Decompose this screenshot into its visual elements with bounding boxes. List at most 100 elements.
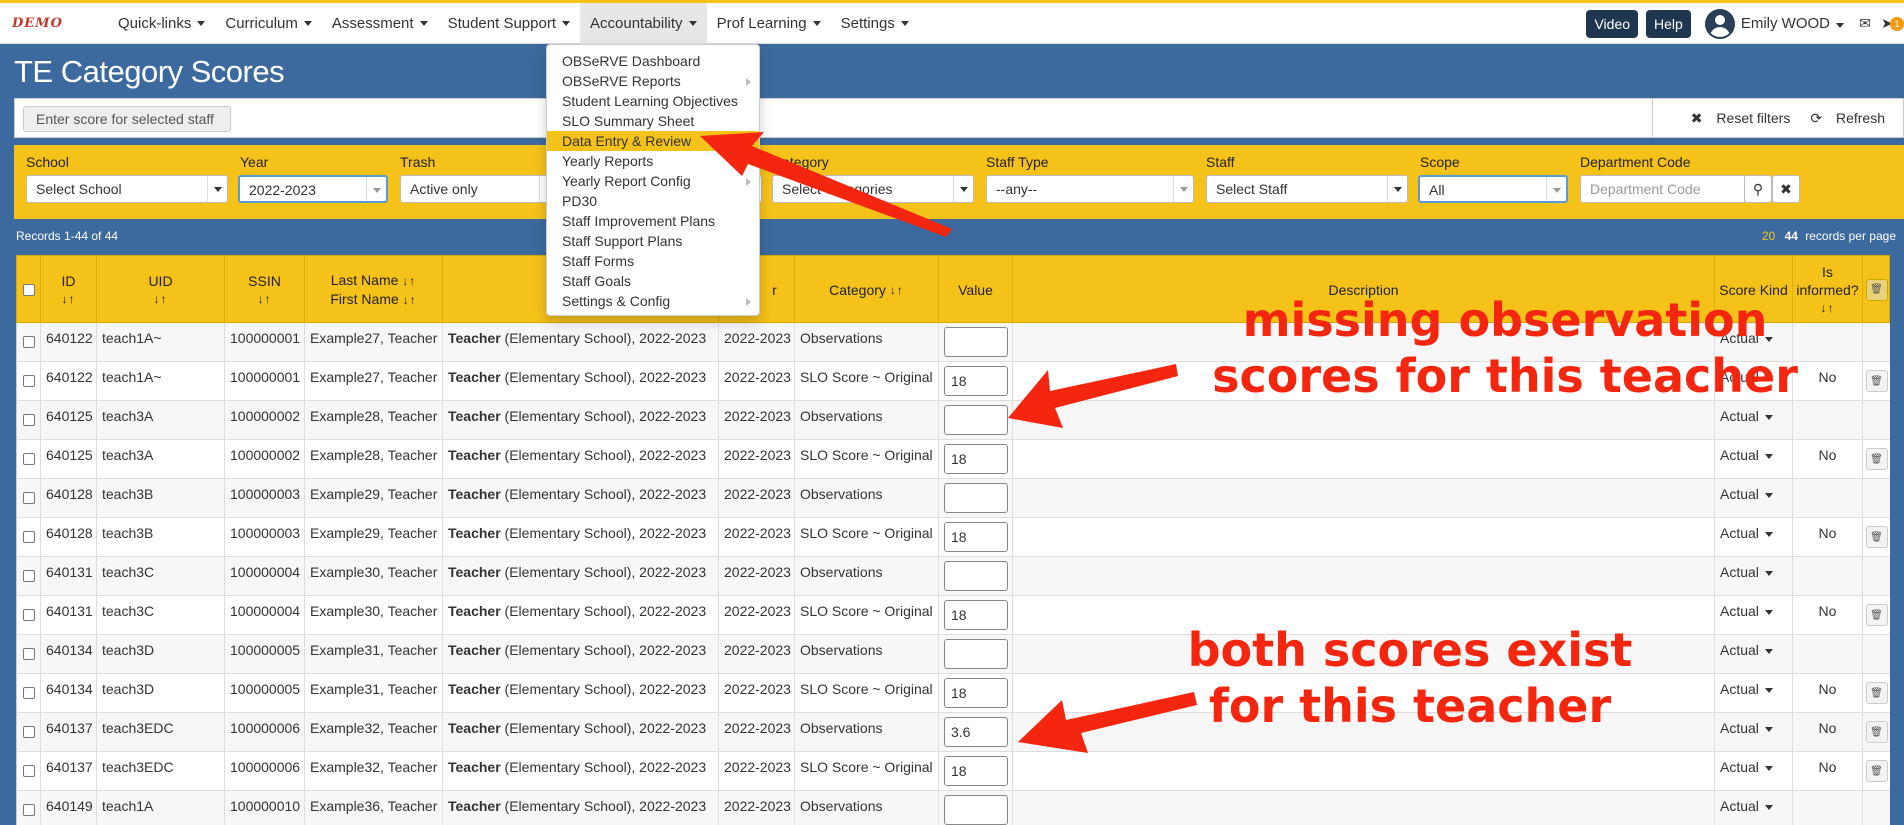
cell-score-kind[interactable]: Actual [1715, 635, 1793, 674]
reset-filters-button[interactable]: ✖ Reset filters [1681, 110, 1791, 127]
trash-icon[interactable]: 🗑 [1865, 526, 1888, 548]
staff-type-select[interactable]: --any-- [986, 175, 1194, 203]
menu-item[interactable]: Yearly Reports [547, 151, 759, 171]
header-category[interactable]: Category ↓↑ [795, 256, 939, 324]
menu-item[interactable]: OBSeRVE Dashboard [547, 51, 759, 71]
trash-icon[interactable]: 🗑 [1865, 721, 1888, 743]
row-checkbox[interactable] [22, 492, 35, 504]
nav-curriculum[interactable]: Curriculum [215, 3, 322, 44]
cell-score-kind[interactable]: Actual [1715, 479, 1793, 518]
demo-logo[interactable]: DEMO [12, 13, 62, 33]
trash-select[interactable]: Active only [400, 175, 560, 203]
nav-accountability[interactable]: Accountability [580, 2, 707, 44]
nav-prof-learning[interactable]: Prof Learning [707, 3, 831, 44]
menu-item[interactable]: OBSeRVE Reports [547, 71, 759, 91]
cell-staff-assignment: Teacher (Elementary School), 2022-2023 [443, 362, 719, 401]
video-button[interactable]: Video [1586, 9, 1639, 38]
menu-item[interactable]: Staff Improvement Plans [547, 211, 759, 231]
row-checkbox[interactable] [22, 336, 35, 348]
school-select[interactable]: Select School [26, 175, 228, 203]
envelope-icon[interactable]: ✉ [1854, 15, 1876, 32]
header-name[interactable]: Last Name ↓↑ First Name ↓↑ [305, 256, 443, 324]
score-entry-input[interactable]: Enter score for selected staff [23, 106, 231, 132]
menu-item[interactable]: Student Learning Objectives [547, 91, 759, 111]
sort-icon[interactable]: ↓↑ [154, 290, 168, 308]
row-checkbox[interactable] [22, 765, 35, 777]
menu-item[interactable]: Yearly Report Config [547, 171, 759, 191]
row-checkbox[interactable] [22, 804, 35, 816]
department-code-input[interactable]: Department Code [1580, 175, 1746, 203]
menu-item[interactable]: Staff Forms [547, 251, 759, 271]
trash-icon[interactable]: 🗑 [1865, 448, 1888, 470]
value-input[interactable] [944, 795, 1008, 825]
select-all-checkbox[interactable] [22, 284, 35, 296]
row-checkbox[interactable] [22, 375, 35, 387]
value-input[interactable]: 18 [944, 600, 1008, 630]
value-input[interactable]: 18 [944, 366, 1008, 396]
staff-select[interactable]: Select Staff [1206, 175, 1408, 203]
nav-settings[interactable]: Settings [831, 3, 919, 44]
nav-quick-links[interactable]: Quick-links [108, 3, 215, 44]
year-select[interactable]: 2022-2023 [238, 175, 388, 203]
menu-item[interactable]: Staff Goals [547, 271, 759, 291]
row-checkbox[interactable] [22, 570, 35, 582]
scope-select[interactable]: All [1418, 175, 1568, 203]
row-checkbox[interactable] [22, 453, 35, 465]
header-id[interactable]: ID ↓↑ [41, 256, 97, 324]
value-input[interactable] [944, 327, 1008, 357]
row-checkbox[interactable] [22, 609, 35, 621]
nav-assessment[interactable]: Assessment [322, 3, 438, 44]
avatar[interactable] [1704, 8, 1735, 39]
category-select[interactable]: Select Categories [772, 175, 974, 203]
trash-icon[interactable]: 🗑 [1865, 682, 1888, 704]
value-input[interactable] [944, 639, 1008, 669]
value-input[interactable]: 18 [944, 522, 1008, 552]
value-input[interactable]: 18 [944, 678, 1008, 708]
cell-score-kind[interactable]: Actual [1715, 596, 1793, 635]
cell-score-kind[interactable]: Actual [1715, 713, 1793, 752]
value-input[interactable]: 3.6 [944, 717, 1008, 747]
user-menu[interactable]: Emily WOOD [1741, 15, 1844, 32]
sort-icon[interactable]: ↓↑ [402, 274, 416, 288]
value-input[interactable]: 18 [944, 444, 1008, 474]
cell-score-kind[interactable]: Actual [1715, 752, 1793, 791]
clear-button[interactable]: ✖ [1772, 175, 1800, 203]
help-button[interactable]: Help [1646, 9, 1691, 38]
cell-score-kind[interactable]: Actual [1715, 518, 1793, 557]
row-checkbox[interactable] [22, 531, 35, 543]
trash-icon[interactable]: 🗑 [1865, 279, 1888, 301]
row-checkbox[interactable] [22, 648, 35, 660]
value-input[interactable] [944, 405, 1008, 435]
value-input[interactable] [944, 483, 1008, 513]
header-ssin[interactable]: SSIN ↓↑ [225, 256, 305, 324]
nav-student-support[interactable]: Student Support [438, 3, 580, 44]
menu-item[interactable]: SLO Summary Sheet [547, 111, 759, 131]
value-input[interactable]: 18 [944, 756, 1008, 786]
cell-score-kind[interactable]: Actual [1715, 674, 1793, 713]
sort-icon[interactable]: ↓↑ [890, 281, 904, 299]
cell-score-kind[interactable]: Actual [1715, 791, 1793, 825]
cell-score-kind[interactable]: Actual [1715, 440, 1793, 479]
menu-item[interactable]: Settings & Config [547, 291, 759, 311]
menu-item[interactable]: Staff Support Plans [547, 231, 759, 251]
search-button[interactable]: ⚲ [1744, 175, 1772, 203]
menu-item[interactable]: Data Entry & Review [547, 131, 759, 151]
per-page-option-44[interactable]: 44 [1785, 229, 1798, 243]
sort-icon[interactable]: ↓↑ [62, 290, 76, 308]
refresh-button[interactable]: ⟳ Refresh [1800, 110, 1885, 127]
value-input[interactable] [944, 561, 1008, 591]
trash-icon[interactable]: 🗑 [1865, 370, 1888, 392]
header-uid[interactable]: UID ↓↑ [97, 256, 225, 324]
menu-item[interactable]: PD30 [547, 191, 759, 211]
row-checkbox[interactable] [22, 687, 35, 699]
cell-score-kind[interactable]: Actual [1715, 557, 1793, 596]
cell-score-kind[interactable]: Actual [1715, 401, 1793, 440]
row-checkbox[interactable] [22, 414, 35, 426]
per-page-option-20[interactable]: 20 [1762, 229, 1775, 243]
trash-icon[interactable]: 🗑 [1865, 760, 1888, 782]
sort-icon[interactable]: ↓↑ [403, 293, 417, 307]
sort-icon[interactable]: ↓↑ [258, 290, 272, 308]
row-checkbox[interactable] [22, 726, 35, 738]
trash-icon[interactable]: 🗑 [1865, 604, 1888, 626]
rocket-icon[interactable]: ➤ 1 [1876, 15, 1904, 32]
